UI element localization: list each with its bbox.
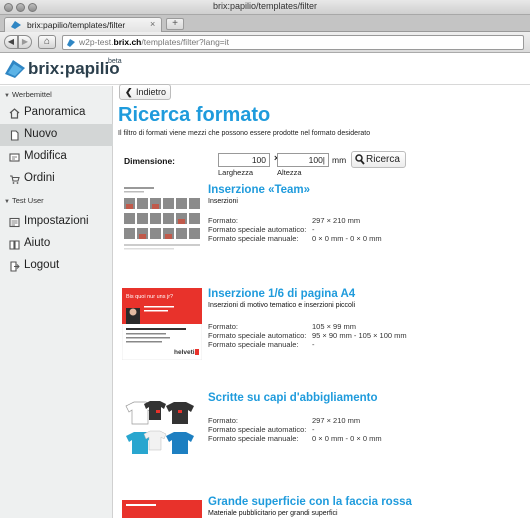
site-icon (67, 39, 75, 47)
result-auto-format-value: 95 × 90 mm - 105 × 100 mm (312, 331, 407, 340)
result-auto-format-label: Formato speciale automatico: (208, 331, 307, 340)
logout-icon (10, 261, 20, 272)
sidebar-item-label: Modifica (24, 150, 67, 162)
result-format-value: 105 × 99 mm (312, 322, 356, 331)
result-manual-format-value: 0 × 0 mm - 0 × 0 mm (312, 234, 382, 243)
back-nav-button[interactable]: ◀ (4, 35, 18, 49)
sidebar: ▼ Werbemittel Panoramica Nuovo Modifica O… (0, 86, 113, 518)
page-subtitle: Il filtro di formati viene mezzi che pos… (118, 130, 371, 137)
sidebar-item-label: Ordini (24, 172, 55, 184)
result-manual-format-value: - (312, 340, 315, 349)
result-title[interactable]: Scritte su capi d'abbigliamento (208, 392, 378, 404)
width-label: Larghezza (218, 168, 254, 177)
forward-nav-button[interactable]: ▶ (18, 35, 32, 49)
new-tab-button[interactable]: + (166, 18, 184, 30)
tab-active[interactable]: brix:papilio/templates/filter × (4, 17, 162, 32)
result-auto-format-label: Formato speciale automatico: (208, 425, 307, 434)
sidebar-item-label: Aiuto (24, 237, 51, 249)
sidebar-item-impostazioni[interactable]: Impostazioni (0, 211, 113, 233)
url-domain: brix.ch (113, 37, 142, 47)
helvetia-ad-thumbnail[interactable]: Bis quoi nur uns jr? helvetia (122, 288, 202, 360)
search-icon (355, 154, 365, 165)
width-input[interactable]: 100 (218, 153, 270, 167)
chevron-left-icon: ❮ (125, 87, 133, 97)
window-title: brix:papilio/templates/filter (212, 1, 318, 11)
new-document-icon (10, 130, 19, 141)
home-button[interactable]: ⌂ (38, 35, 56, 49)
result-manual-format-value: 0 × 0 mm - 0 × 0 mm (312, 434, 382, 443)
settings-icon (9, 217, 20, 228)
result-format-label: Formato: (208, 216, 239, 225)
sidebar-item-aiuto[interactable]: Aiuto (0, 233, 113, 255)
tab-close-icon[interactable]: × (150, 19, 155, 29)
thumb-headline: Bis quoi nur uns jr? (126, 294, 173, 300)
result-auto-format-value: - (312, 225, 315, 234)
brix-favicon-icon (11, 21, 21, 29)
thumb-brand: helvetia (174, 349, 199, 356)
result-manual-format-label: Formato speciale manuale: (208, 234, 299, 243)
main-content: ❮ Indietro Ricerca formato Il filtro di f… (114, 84, 530, 518)
height-label: Altezza (277, 168, 302, 177)
apparel-thumbnail[interactable] (122, 396, 202, 468)
edit-icon (9, 153, 20, 162)
result-format-label: Formato: (208, 416, 239, 425)
app-header: brix:papilio beta (0, 54, 530, 85)
back-button[interactable]: ❮ Indietro (119, 84, 171, 100)
help-book-icon (9, 240, 20, 250)
sidebar-item-nuovo[interactable]: Nuovo (0, 124, 113, 146)
sidebar-section-werbemittel[interactable]: ▼ Werbemittel (0, 87, 113, 101)
page-title: Ricerca formato (118, 104, 271, 126)
house-icon (9, 108, 20, 119)
result-format-value: 297 × 210 mm (312, 416, 361, 425)
url-suffix: /templates/filter?lang=it (141, 37, 230, 47)
result-format-label: Formato: (208, 322, 239, 331)
result-subtitle: Inserzioni (208, 198, 238, 205)
tab-label: brix:papilio/templates/filter (27, 20, 126, 30)
result-manual-format-label: Formato speciale manuale: (208, 434, 299, 443)
search-button[interactable]: Ricerca (351, 151, 406, 168)
sidebar-item-label: Nuovo (24, 128, 58, 140)
disclosure-triangle-icon: ▼ (4, 93, 10, 99)
cart-icon (10, 175, 20, 184)
result-auto-format-label: Formato speciale automatico: (208, 225, 307, 234)
result-format-value: 297 × 210 mm (312, 216, 361, 225)
sidebar-item-label: Panoramica (24, 106, 86, 118)
window-titlebar: brix:papilio/templates/filter (0, 0, 530, 15)
result-title[interactable]: Inserzione «Team» (208, 184, 310, 196)
result-title[interactable]: Grande superficie con la faccia rossa (208, 496, 412, 508)
result-subtitle: Inserzioni di motivo tematico e inserzio… (208, 302, 356, 309)
url-prefix: w2p-test. (79, 37, 114, 47)
navigation-bar: ◀ ▶ ⌂ w2p-test.brix.ch/templates/filter?… (0, 32, 530, 53)
sidebar-item-panoramica[interactable]: Panoramica (0, 102, 113, 124)
unit-label: mm (332, 155, 347, 165)
red-surface-thumbnail[interactable] (122, 496, 202, 518)
result-auto-format-value: - (312, 425, 315, 434)
result-subtitle: Materiale pubblicitario per grandi super… (208, 510, 338, 517)
sidebar-item-ordini[interactable]: Ordini (0, 168, 113, 190)
sidebar-item-logout[interactable]: Logout (0, 255, 113, 277)
brix-logo-icon[interactable] (4, 59, 26, 79)
dimension-label: Dimensione: (124, 156, 176, 166)
disclosure-triangle-icon: ▼ (4, 199, 10, 205)
app-logo-text[interactable]: brix:papilio (28, 59, 120, 79)
sidebar-item-label: Logout (24, 259, 60, 271)
sidebar-item-label: Impostazioni (24, 215, 89, 227)
beta-label: beta (108, 58, 122, 65)
result-manual-format-label: Formato speciale manuale: (208, 340, 299, 349)
address-bar[interactable]: w2p-test.brix.ch/templates/filter?lang=i… (62, 35, 524, 50)
sidebar-section-test-user[interactable]: ▼ Test User (0, 193, 113, 207)
tab-bar: brix:papilio/templates/filter × + (0, 15, 530, 32)
team-ad-thumbnail[interactable] (122, 184, 202, 256)
height-input[interactable]: 100| (277, 153, 329, 167)
sidebar-item-modifica[interactable]: Modifica (0, 146, 113, 168)
result-title[interactable]: Inserzione 1/6 di pagina A4 (208, 288, 355, 300)
